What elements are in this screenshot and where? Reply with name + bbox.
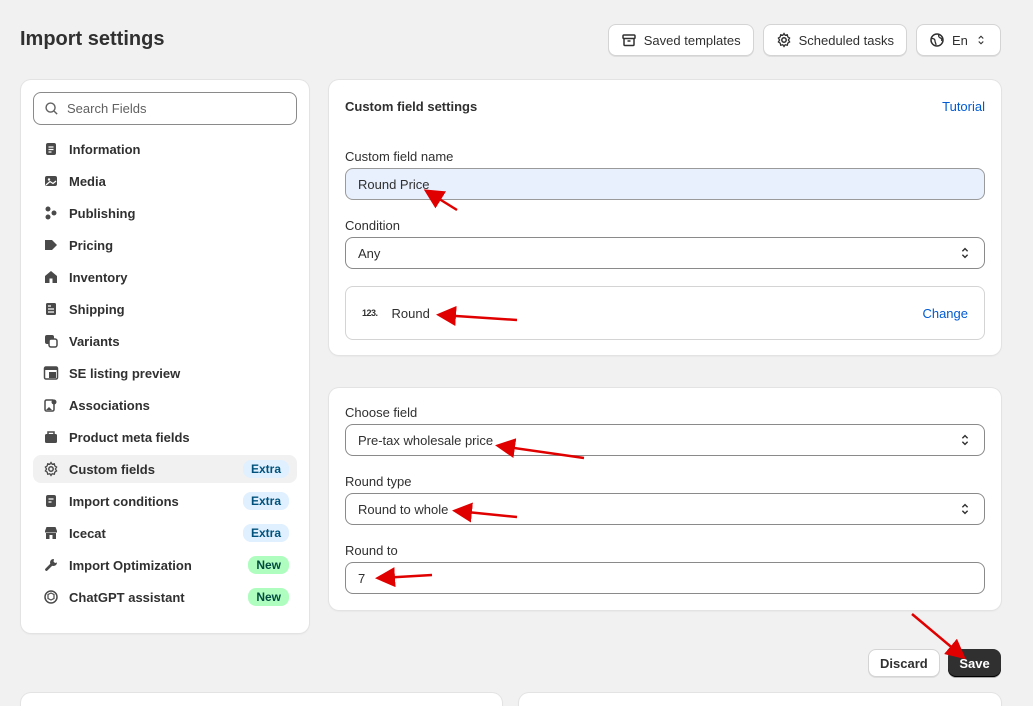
gear-icon: [43, 461, 59, 477]
price-tag-icon: [43, 237, 59, 253]
chevron-updown-icon: [961, 503, 969, 515]
round-type-value: Round to whole: [358, 501, 449, 517]
number-function-icon: 123.: [362, 308, 378, 318]
scheduled-tasks-button[interactable]: Scheduled tasks: [762, 24, 907, 56]
sidebar-item-label: Icecat: [69, 525, 106, 541]
sidebar-item-label: Pricing: [69, 237, 114, 253]
wrench-icon: [43, 557, 59, 573]
listing-icon: [43, 365, 59, 381]
sidebar-item-label: Publishing: [69, 205, 136, 221]
status-badge: Extra: [242, 460, 289, 478]
sidebar-item-icecat[interactable]: Icecat Extra: [33, 519, 297, 547]
sidebar-item-information[interactable]: Information: [33, 135, 297, 163]
sidebar-item-chatgpt-assistant[interactable]: ChatGPT assistant New: [33, 583, 297, 611]
sidebar-item-media[interactable]: Media: [33, 167, 297, 195]
package-icon: [43, 301, 59, 317]
sidebar-item-label: Import conditions: [69, 493, 179, 509]
choose-field-value: Pre-tax wholesale price: [358, 432, 494, 448]
associations-icon: [43, 397, 59, 413]
custom-field-name-value: Round Price: [358, 176, 430, 192]
function-name: Round: [391, 305, 430, 321]
sidebar-item-label: Inventory: [69, 269, 128, 285]
sidebar-item-pricing[interactable]: Pricing: [33, 231, 297, 259]
status-badge: New: [248, 556, 289, 574]
sidebar-item-label: Associations: [69, 397, 150, 413]
sidebar-item-label: Shipping: [69, 301, 125, 317]
lower-card-left: [21, 693, 502, 706]
tutorial-link[interactable]: Tutorial: [942, 99, 985, 114]
discard-button[interactable]: Discard: [868, 649, 940, 677]
sidebar-item-associations[interactable]: Associations: [33, 391, 297, 419]
status-badge: Extra: [242, 524, 289, 542]
condition-label: Condition: [345, 218, 400, 233]
language-label: En: [952, 32, 968, 48]
function-box: 123. Round Change: [345, 286, 985, 340]
round-type-label: Round type: [345, 474, 412, 489]
language-selector[interactable]: En: [916, 24, 1001, 56]
saved-templates-button[interactable]: Saved templates: [607, 24, 754, 56]
store-icon: [43, 269, 59, 285]
globe-icon: [930, 33, 944, 47]
sidebar-item-variants[interactable]: Variants: [33, 327, 297, 355]
sidebar-item-label: Information: [69, 141, 141, 157]
round-to-input[interactable]: 7: [345, 562, 985, 594]
icecat-store-icon: [43, 525, 59, 541]
sidebar-item-shipping[interactable]: Shipping: [33, 295, 297, 323]
document-icon: [43, 141, 59, 157]
search-input[interactable]: [67, 101, 267, 116]
sidebar-item-label: Custom fields: [69, 461, 155, 477]
sidebar-item-inventory[interactable]: Inventory: [33, 263, 297, 291]
condition-value: Any: [358, 245, 381, 261]
sidebar-item-label: Variants: [69, 333, 120, 349]
custom-field-name-label: Custom field name: [345, 149, 454, 164]
page-title: Import settings: [20, 28, 165, 50]
sidebar-item-publishing[interactable]: Publishing: [33, 199, 297, 227]
sidebar-item-label: Media: [69, 173, 106, 189]
custom-field-name-input[interactable]: Round Price: [345, 168, 985, 200]
round-settings-card: Choose field Pre-tax wholesale price Rou…: [329, 388, 1001, 610]
channels-icon: [43, 205, 59, 221]
scheduled-tasks-label: Scheduled tasks: [798, 32, 894, 48]
search-icon: [45, 102, 58, 115]
round-to-value: 7: [358, 570, 366, 586]
sidebar-item-label: Import Optimization: [69, 557, 192, 573]
conditions-icon: [43, 493, 59, 509]
sidebar-item-import-optimization[interactable]: Import Optimization New: [33, 551, 297, 579]
chevron-updown-icon: [978, 35, 984, 45]
condition-select[interactable]: Any: [345, 237, 985, 269]
sidebar-item-custom-fields[interactable]: Custom fields Extra: [33, 455, 297, 483]
choose-field-select[interactable]: Pre-tax wholesale price: [345, 424, 985, 456]
sidebar-item-label: SE listing preview: [69, 365, 181, 381]
search-field[interactable]: [33, 92, 297, 125]
save-button[interactable]: Save: [948, 649, 1001, 677]
status-badge: Extra: [242, 492, 289, 510]
sidebar-item-import-conditions[interactable]: Import conditions Extra: [33, 487, 297, 515]
top-actions: Saved templates Scheduled tasks En: [607, 24, 1001, 56]
round-type-select[interactable]: Round to whole: [345, 493, 985, 525]
archive-icon: [622, 34, 636, 47]
custom-field-settings-card: Custom field settings Tutorial Custom fi…: [329, 80, 1001, 355]
sidebar-item-label: Product meta fields: [69, 429, 190, 445]
status-badge: New: [248, 588, 289, 606]
sidebar-item-label: ChatGPT assistant: [69, 589, 185, 605]
chatgpt-icon: [43, 589, 59, 605]
sidebar-nav: Information Media Publishing Pricing Invento…: [33, 135, 297, 615]
sidebar-item-se-listing-preview[interactable]: SE listing preview: [33, 359, 297, 387]
image-icon: [43, 173, 59, 189]
chevron-updown-icon: [961, 247, 969, 259]
fields-sidebar: Information Media Publishing Pricing Invento…: [21, 80, 309, 633]
lower-card-right: [519, 693, 1001, 706]
card-title: Custom field settings: [345, 99, 478, 114]
round-to-label: Round to: [345, 543, 398, 558]
variants-icon: [43, 333, 59, 349]
change-link[interactable]: Change: [922, 306, 968, 321]
sidebar-item-product-meta-fields[interactable]: Product meta fields: [33, 423, 297, 451]
gear-icon: [777, 32, 791, 48]
metafields-icon: [43, 429, 59, 445]
chevron-updown-icon: [961, 434, 969, 446]
choose-field-label: Choose field: [345, 405, 418, 420]
saved-templates-label: Saved templates: [643, 32, 741, 48]
